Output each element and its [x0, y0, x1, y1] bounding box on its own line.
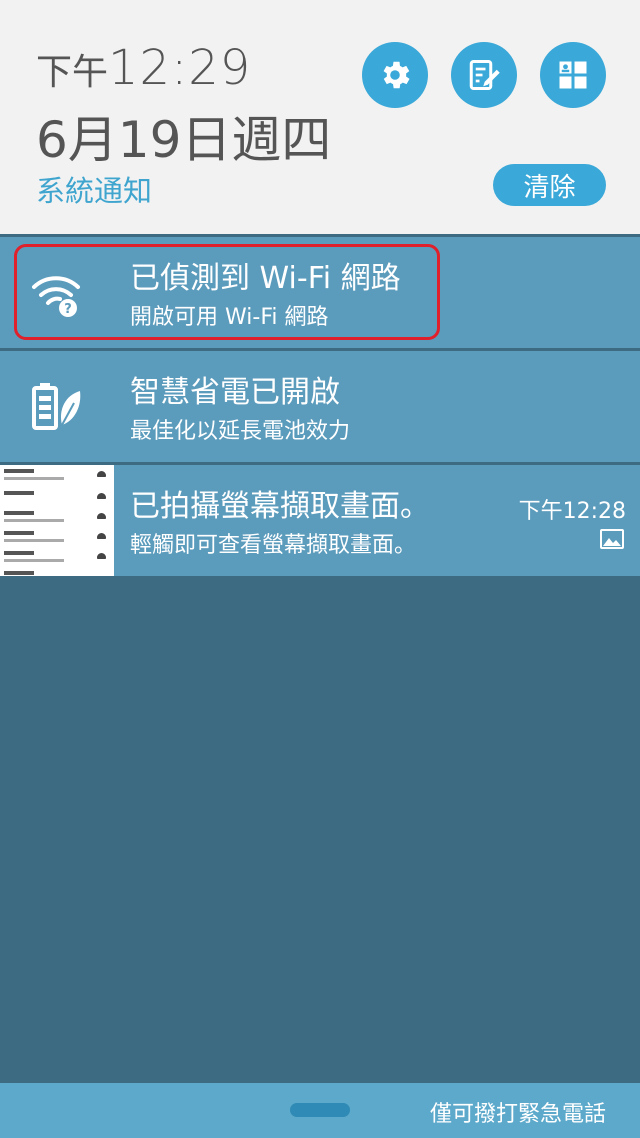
- apps-button[interactable]: [540, 42, 606, 108]
- apps-icon: [559, 61, 587, 89]
- time-period: 下午: [36, 52, 109, 93]
- notification-power-saver[interactable]: 智慧省電已開啟 最佳化以延長電池效力: [0, 351, 640, 462]
- clock: 下午12:29: [36, 40, 251, 96]
- gear-icon: [383, 61, 410, 89]
- date: 6月19日週四: [36, 111, 332, 169]
- clear-button[interactable]: 清除: [493, 164, 606, 206]
- time-value: 12:29: [108, 40, 252, 96]
- settings-button[interactable]: [362, 42, 428, 108]
- highlight-box: [14, 244, 440, 340]
- lockscreen-bottom-bar: 僅可撥打緊急電話: [0, 1083, 640, 1138]
- thumbnail-row: [4, 531, 110, 549]
- notification-subtitle: 最佳化以延長電池效力: [130, 419, 351, 444]
- drag-handle[interactable]: [290, 1103, 350, 1117]
- notification-time: 下午12:28: [518, 499, 626, 524]
- notification-title: 已拍攝螢幕擷取畫面。: [130, 489, 430, 524]
- thumbnail-row: [4, 491, 110, 509]
- notification-wifi[interactable]: ? 已偵測到 Wi-Fi 網路 開啟可用 Wi-Fi 網路: [0, 237, 640, 348]
- notification-screenshot[interactable]: 已拍攝螢幕擷取畫面。 輕觸即可查看螢幕擷取畫面。 下午12:28: [0, 465, 640, 576]
- emergency-call-label[interactable]: 僅可撥打緊急電話: [430, 1096, 606, 1128]
- image-icon: [600, 529, 624, 549]
- notification-subtitle: 輕觸即可查看螢幕擷取畫面。: [130, 533, 417, 558]
- thumbnail-row: [4, 551, 110, 569]
- screenshot-thumbnail: [0, 465, 114, 576]
- thumbnail-row: [4, 511, 110, 529]
- thumbnail-row: [4, 469, 110, 487]
- notification-title: 智慧省電已開啟: [130, 375, 340, 410]
- quick-note-button[interactable]: [451, 42, 517, 108]
- notification-header: 下午12:29 6月19日週四 系統通知 清除: [0, 0, 640, 234]
- section-label: 系統通知: [36, 174, 153, 208]
- thumbnail-row: [4, 571, 110, 576]
- battery-leaf-icon: [32, 383, 81, 430]
- edit-icon: [469, 60, 500, 90]
